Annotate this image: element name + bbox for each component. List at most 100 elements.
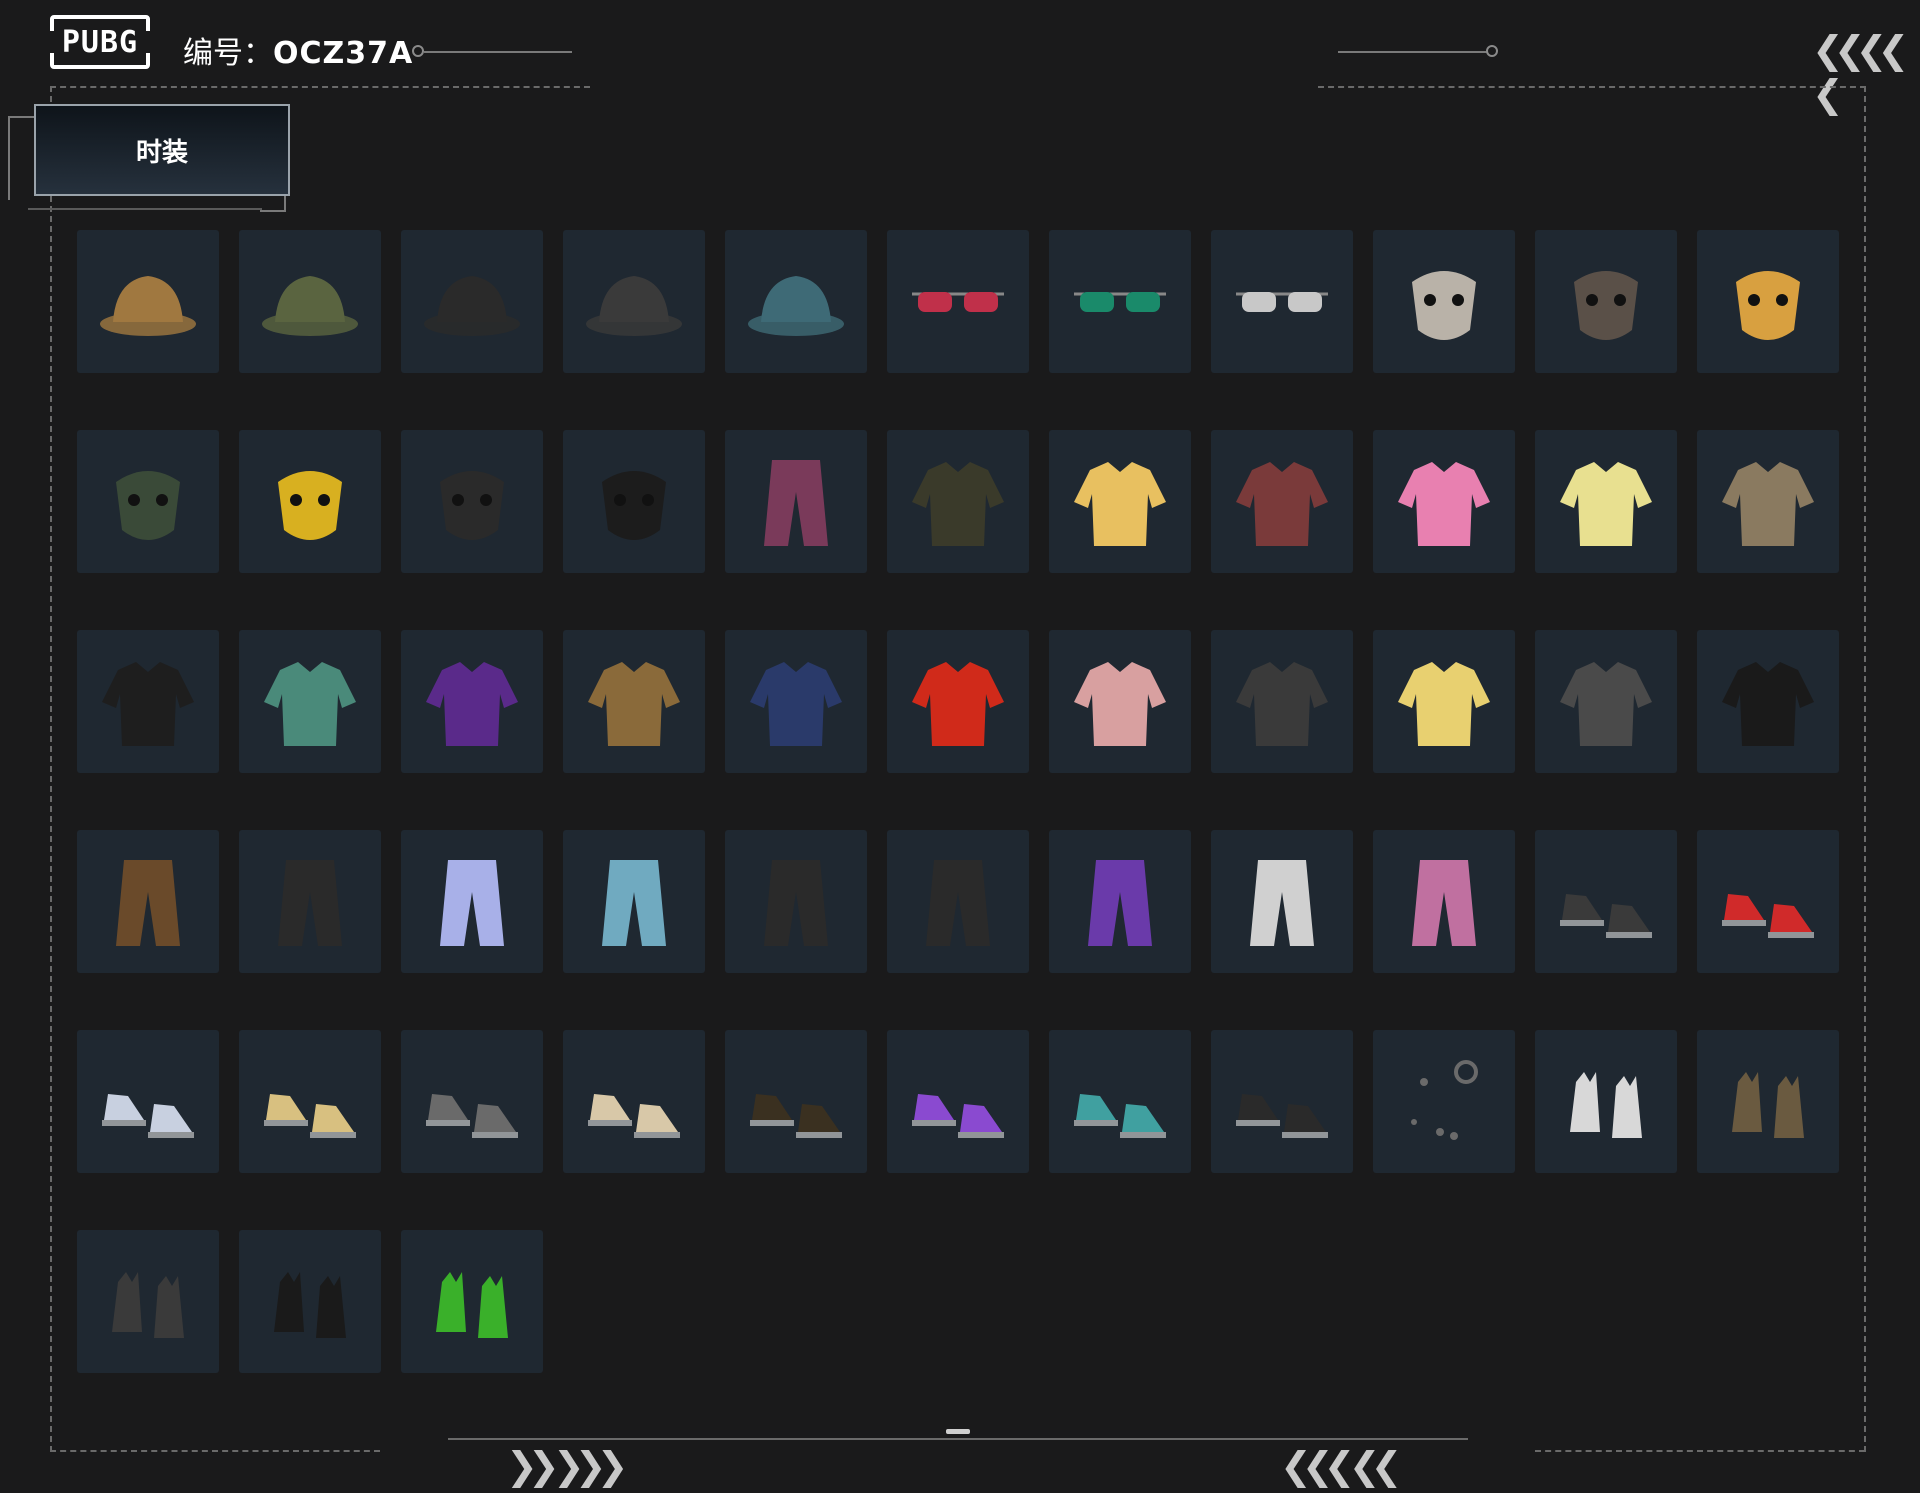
fox-mask-icon — [1574, 270, 1638, 340]
outfit-item[interactable] — [77, 1230, 219, 1373]
outfit-item[interactable] — [1211, 230, 1353, 373]
outfit-item[interactable] — [239, 230, 381, 373]
outfit-item[interactable] — [1535, 630, 1677, 773]
line-end-dot-left — [412, 45, 424, 57]
outfit-item[interactable] — [1697, 230, 1839, 373]
outfit-item[interactable] — [1211, 1030, 1353, 1173]
frame-border — [1535, 1450, 1865, 1452]
outfit-item[interactable] — [239, 630, 381, 773]
outfit-item[interactable] — [563, 1030, 705, 1173]
fur-lined-boots-icon — [1236, 1093, 1328, 1138]
black-checker-hoodie-icon — [1722, 661, 1814, 746]
purple-running-shoes-icon — [912, 1093, 1004, 1138]
black-combat-boots-icon — [750, 1093, 842, 1138]
outfit-item[interactable] — [725, 830, 867, 973]
tab-outfit[interactable]: 时装 — [34, 104, 290, 196]
outfit-item[interactable] — [563, 830, 705, 973]
outfit-item[interactable] — [77, 430, 219, 573]
outfit-item[interactable] — [1211, 630, 1353, 773]
outfit-item[interactable] — [1049, 1030, 1191, 1173]
paisley-suit-jacket-icon — [1722, 461, 1814, 546]
outfit-item[interactable] — [401, 1230, 543, 1373]
outfit-item[interactable] — [1697, 830, 1839, 973]
outfit-item[interactable] — [1373, 430, 1515, 573]
outfit-item[interactable] — [1535, 430, 1677, 573]
tab-decoration — [28, 208, 262, 210]
logo-text: PUBG — [61, 24, 139, 60]
red-varsity-jacket-icon — [912, 661, 1004, 746]
purple-leggings-icon — [1088, 859, 1152, 946]
outfit-item[interactable] — [239, 830, 381, 973]
heart-sunglasses-icon — [1236, 291, 1328, 312]
chevrons-left-icon: ❮❮❮ ❮❮ — [1280, 1444, 1402, 1488]
outfit-item[interactable] — [887, 430, 1029, 573]
outfit-item[interactable] — [401, 1030, 543, 1173]
outfit-item[interactable] — [1535, 230, 1677, 373]
header-line-right — [1338, 51, 1488, 53]
scroll-track[interactable] — [448, 1438, 1468, 1440]
pink-bomber-jacket-icon — [1074, 661, 1166, 746]
outfit-item[interactable] — [1535, 830, 1677, 973]
outfit-item[interactable] — [887, 830, 1029, 973]
outfit-item[interactable] — [1697, 430, 1839, 573]
outfit-item[interactable] — [725, 230, 867, 373]
frame-border — [1318, 86, 1866, 88]
fingerless-gloves-icon — [112, 1271, 184, 1338]
outfit-item[interactable] — [887, 1030, 1029, 1173]
outfit-item[interactable] — [1049, 430, 1191, 573]
chick-tshirt-icon — [1560, 461, 1652, 546]
jewelry-set-icon — [1411, 1059, 1478, 1140]
outfit-item[interactable] — [77, 1030, 219, 1173]
outfit-item[interactable] — [1373, 230, 1515, 373]
outfit-item[interactable] — [1373, 830, 1515, 973]
yellow-fluffy-sweater-icon — [1398, 661, 1490, 746]
black-gold-jacket-icon — [912, 461, 1004, 546]
floral-kimono-dress-icon — [1236, 461, 1328, 546]
outfit-item[interactable] — [1211, 430, 1353, 573]
outfit-item[interactable] — [725, 430, 867, 573]
outfit-item[interactable] — [77, 830, 219, 973]
chevrons-left-icon: ❮❮❮❮ ❮ — [1812, 28, 1909, 116]
outfit-item[interactable] — [1697, 630, 1839, 773]
outfit-item[interactable] — [401, 230, 543, 373]
denim-shorts-icon — [602, 859, 666, 946]
outfit-item[interactable] — [887, 230, 1029, 373]
pubg-logo: PUBG — [49, 15, 151, 69]
outfit-item[interactable] — [563, 630, 705, 773]
outfit-item[interactable] — [401, 430, 543, 573]
outfit-item[interactable] — [563, 230, 705, 373]
outfit-item[interactable] — [401, 830, 543, 973]
lace-up-flats-icon — [588, 1093, 680, 1138]
outfit-item[interactable] — [1049, 630, 1191, 773]
leopard-shorts-icon — [116, 859, 180, 946]
outfit-item[interactable] — [77, 230, 219, 373]
outfit-item[interactable] — [239, 1030, 381, 1173]
yellow-gas-mask-icon — [278, 470, 342, 540]
outfit-item[interactable] — [1697, 1030, 1839, 1173]
outfit-item[interactable] — [239, 430, 381, 573]
outfit-item[interactable] — [563, 430, 705, 573]
tab-label: 时装 — [135, 137, 188, 168]
purple-cat-hoodie-icon — [426, 661, 518, 746]
outfit-item[interactable] — [1049, 230, 1191, 373]
outfit-item[interactable] — [725, 630, 867, 773]
outfit-item[interactable] — [1373, 1030, 1515, 1173]
outfit-item[interactable] — [887, 630, 1029, 773]
outfit-item[interactable] — [1211, 830, 1353, 973]
navy-sweatshirt-icon — [750, 661, 842, 746]
outfit-item[interactable] — [239, 1230, 381, 1373]
outfit-item[interactable] — [1535, 1030, 1677, 1173]
teal-clogs-icon — [1074, 1093, 1166, 1138]
scroll-thumb[interactable] — [946, 1429, 970, 1434]
tank-top-skirt-icon — [764, 459, 828, 546]
code-prefix: 编号： — [183, 36, 273, 71]
outfit-item[interactable] — [77, 630, 219, 773]
outfit-item[interactable] — [1049, 830, 1191, 973]
frame-border — [50, 86, 52, 1452]
black-graphic-hoodie-icon — [1236, 661, 1328, 746]
outfit-item[interactable] — [725, 1030, 867, 1173]
outfit-item[interactable] — [1373, 630, 1515, 773]
outfit-item[interactable] — [401, 630, 543, 773]
shark-teeth-mask-icon — [602, 470, 666, 540]
frame-border — [50, 86, 590, 88]
